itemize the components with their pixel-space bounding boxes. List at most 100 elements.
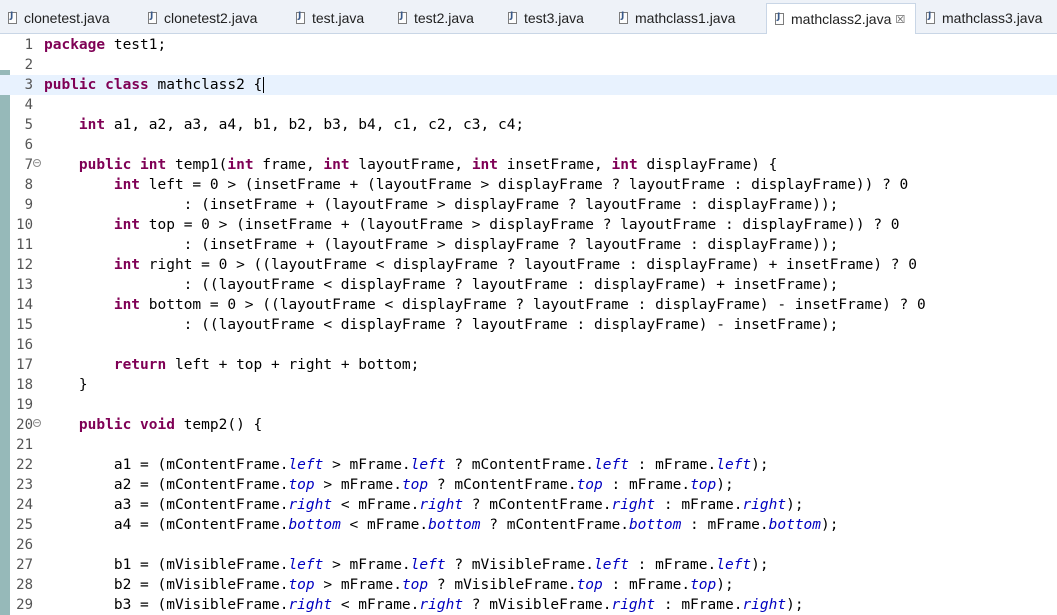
field-token: left xyxy=(410,457,446,473)
code-line[interactable]: 28 b2 = (mVisibleFrame.top > mFrame.top … xyxy=(0,575,1057,595)
code-line[interactable]: 9 : (insetFrame + (layoutFrame > display… xyxy=(0,195,1057,215)
code-token: < mFrame. xyxy=(340,517,429,533)
code-line[interactable]: 3 public class mathclass2 { xyxy=(0,75,1057,95)
code-line[interactable]: 27 b1 = (mVisibleFrame.left > mFrame.lef… xyxy=(0,555,1057,575)
line-number: 17 xyxy=(16,357,33,373)
code-line[interactable]: 11 : (insetFrame + (layoutFrame > displa… xyxy=(0,235,1057,255)
code-line[interactable]: 22 a1 = (mContentFrame.left > mFrame.lef… xyxy=(0,455,1057,475)
code-line[interactable]: 17 return left + top + right + bottom; xyxy=(0,355,1057,375)
code-token: mathclass2 { xyxy=(148,77,263,93)
text-cursor xyxy=(263,77,265,93)
code-token: top = 0 > (insetFrame + (layoutFrame > d… xyxy=(140,217,900,233)
code-line[interactable]: 7− public int temp1(int frame, int layou… xyxy=(0,155,1057,175)
keyword-token: package xyxy=(44,37,106,53)
field-token: top xyxy=(576,577,603,593)
code-line[interactable]: 14 int bottom = 0 > ((layoutFrame < disp… xyxy=(0,295,1057,315)
code-line[interactable]: 10 int top = 0 > (insetFrame + (layoutFr… xyxy=(0,215,1057,235)
code-line[interactable]: 2 xyxy=(0,55,1057,75)
code-token: ); xyxy=(821,517,839,533)
code-token: layoutFrame, xyxy=(349,157,472,173)
line-number: 11 xyxy=(16,237,33,253)
code-editor[interactable]: 1 package test1; 2 3 public class mathclass2… xyxy=(0,34,1057,615)
java-file-icon xyxy=(508,11,517,24)
code-token: ? mContentFrame. xyxy=(480,517,629,533)
code-line[interactable]: 24 a3 = (mContentFrame.right < mFrame.ri… xyxy=(0,495,1057,515)
keyword-token: public xyxy=(78,417,132,433)
tab-mathclass2[interactable]: mathclass2.java☒ xyxy=(766,3,916,34)
code-token: : (insetFrame + (layoutFrame > displayFr… xyxy=(44,197,839,213)
code-line[interactable]: 16 xyxy=(0,335,1057,355)
keyword-token: public xyxy=(44,77,97,93)
code-line[interactable]: 18 } xyxy=(0,375,1057,395)
tab-test2[interactable]: test2.java xyxy=(390,3,498,33)
field-token: top xyxy=(288,477,315,493)
code-text: } xyxy=(44,375,88,395)
code-token: ); xyxy=(716,477,734,493)
line-number: 27 xyxy=(16,557,33,573)
code-line[interactable]: 29 b3 = (mVisibleFrame.right < mFrame.ri… xyxy=(0,595,1057,615)
code-token: frame, xyxy=(253,157,324,173)
code-token: left = 0 > (insetFrame + (layoutFrame > … xyxy=(140,177,909,193)
code-line[interactable]: 6 xyxy=(0,135,1057,155)
java-file-icon xyxy=(8,11,17,24)
code-text: public void temp2() { xyxy=(44,415,262,435)
line-number: 29 xyxy=(16,597,33,613)
code-line[interactable]: 5 int a1, a2, a3, a4, b1, b2, b3, b4, c1… xyxy=(0,115,1057,135)
close-tab-icon[interactable]: ☒ xyxy=(895,13,905,26)
tab-clonetest[interactable]: clonetest.java xyxy=(0,3,138,33)
code-token: : mFrame. xyxy=(628,557,717,573)
tab-clonetest2[interactable]: clonetest2.java xyxy=(140,3,286,33)
code-token: a1 = (mContentFrame. xyxy=(44,457,289,473)
code-token: : mFrame. xyxy=(655,497,743,513)
code-text: b1 = (mVisibleFrame.left > mFrame.left ?… xyxy=(44,555,769,575)
tab-mathclass3[interactable]: mathclass3.java xyxy=(918,3,1057,33)
code-token: left + top + right + bottom; xyxy=(166,357,420,373)
keyword-token: int xyxy=(323,157,350,173)
code-line[interactable]: 4 xyxy=(0,95,1057,115)
code-line[interactable]: 21 xyxy=(0,435,1057,455)
java-file-icon xyxy=(926,11,935,24)
keyword-token: void xyxy=(140,417,175,433)
code-line[interactable]: 19 xyxy=(0,395,1057,415)
code-line[interactable]: 20− public void temp2() { xyxy=(0,415,1057,435)
java-file-icon xyxy=(775,12,784,25)
java-file-icon xyxy=(148,11,157,24)
code-line[interactable]: 23 a2 = (mContentFrame.top > mFrame.top … xyxy=(0,475,1057,495)
field-token: top xyxy=(401,577,429,593)
keyword-token: int xyxy=(140,157,167,173)
code-line[interactable]: 1 package test1; xyxy=(0,35,1057,55)
code-text: int right = 0 > ((layoutFrame < displayF… xyxy=(44,255,917,275)
field-token: right xyxy=(419,497,464,513)
field-token: bottom xyxy=(428,517,481,533)
fold-collapse-icon[interactable]: − xyxy=(33,159,41,167)
tab-test[interactable]: test.java xyxy=(288,3,388,33)
code-token: ? mContentFrame. xyxy=(445,457,594,473)
fold-collapse-icon[interactable]: − xyxy=(33,419,41,427)
line-number: 7 xyxy=(24,157,33,173)
code-line[interactable]: 13 : ((layoutFrame < displayFrame ? layo… xyxy=(0,275,1057,295)
code-line[interactable]: 15 : ((layoutFrame < displayFrame ? layo… xyxy=(0,315,1057,335)
line-number: 15 xyxy=(16,317,33,333)
code-line[interactable]: 8 int left = 0 > (insetFrame + (layoutFr… xyxy=(0,175,1057,195)
tab-test3[interactable]: test3.java xyxy=(500,3,609,33)
code-line[interactable]: 12 int right = 0 > ((layoutFrame < displ… xyxy=(0,255,1057,275)
code-token: ); xyxy=(786,497,804,513)
code-token: : mFrame. xyxy=(681,517,769,533)
field-token: top xyxy=(576,477,603,493)
line-number: 16 xyxy=(16,337,33,353)
tab-mathclass1[interactable]: mathclass1.java xyxy=(611,3,764,33)
code-text: a3 = (mContentFrame.right < mFrame.right… xyxy=(44,495,804,515)
code-text: return left + top + right + bottom; xyxy=(44,355,420,375)
code-token: ); xyxy=(751,557,769,573)
line-number: 23 xyxy=(16,477,33,493)
code-line[interactable]: 26 xyxy=(0,535,1057,555)
line-number: 10 xyxy=(16,217,33,233)
code-token: ? mVisibleFrame. xyxy=(428,577,577,593)
code-token: : ((layoutFrame < displayFrame ? layoutF… xyxy=(44,317,839,333)
code-line[interactable]: 25 a4 = (mContentFrame.bottom < mFrame.b… xyxy=(0,515,1057,535)
